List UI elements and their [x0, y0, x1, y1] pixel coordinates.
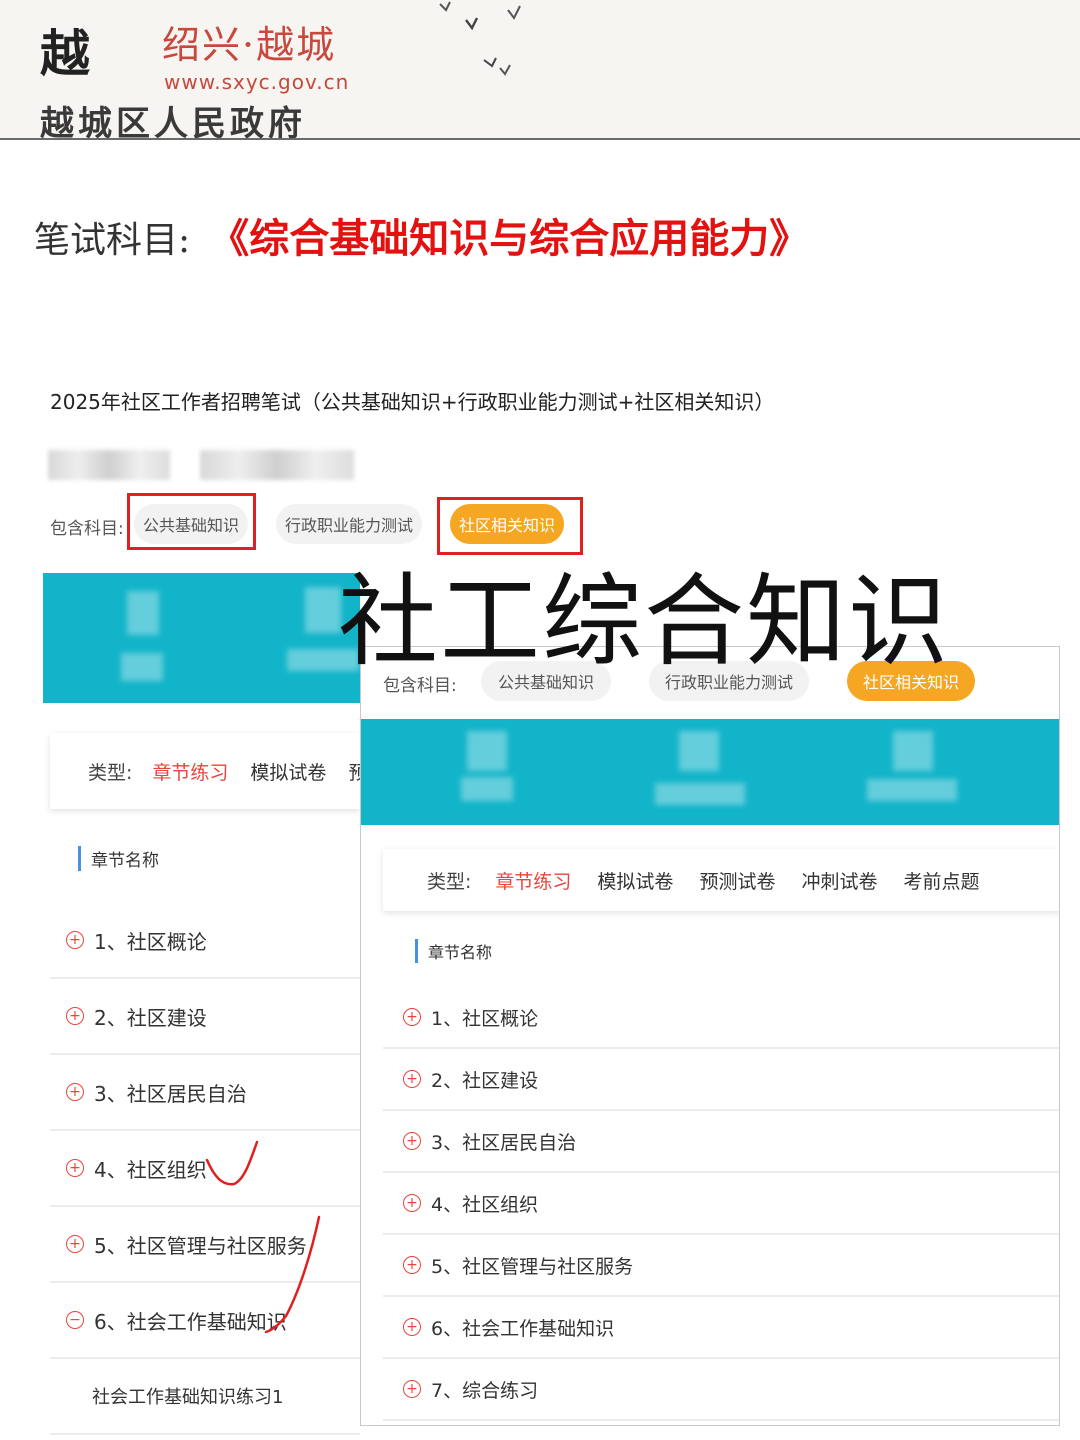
tab-sprint-exam[interactable]: 冲刺试卷 — [801, 867, 877, 894]
subjects-label: 包含科目: — [50, 519, 124, 539]
chapter-label: 5、社区管理与社区服务 — [94, 1233, 307, 1258]
chapter-label: 6、社会工作基础知识 — [431, 1317, 615, 1340]
blurred-stat — [893, 731, 933, 771]
chapter-row[interactable]: +3、社区居民自治 — [50, 1055, 360, 1131]
chapter-row[interactable]: +5、社区管理与社区服务 — [50, 1207, 360, 1283]
chapter-row[interactable]: −6、社会工作基础知识 — [50, 1283, 360, 1359]
plus-circle-icon[interactable]: + — [66, 1083, 84, 1101]
plus-circle-icon[interactable]: + — [403, 1256, 421, 1274]
blurred-stat — [867, 779, 957, 801]
chapter-label: 7、综合练习 — [431, 1379, 539, 1402]
blurred-price — [200, 450, 354, 480]
chapter-label: 2、社区建设 — [431, 1069, 539, 1092]
type-label: 类型: — [88, 761, 133, 784]
front-screenshot: 包含科目: 公共基础知识 行政职业能力测试 社区相关知识 类型: 章节练习 模拟… — [360, 646, 1060, 1426]
plus-circle-icon[interactable]: + — [66, 1007, 84, 1025]
tab-pre-exam-points[interactable]: 考前点题 — [903, 867, 979, 894]
blurred-price — [48, 450, 170, 480]
blurred-stat — [127, 591, 159, 635]
plus-circle-icon[interactable]: + — [403, 1070, 421, 1088]
chapter-label: 5、社区管理与社区服务 — [431, 1255, 634, 1278]
type-label: 类型: — [427, 870, 472, 893]
chapter-label: 1、社区概论 — [431, 1007, 539, 1030]
tab-chapter-practice[interactable]: 章节练习 — [495, 867, 571, 894]
sub-item-row[interactable]: 社会工作基础知识练习1 — [50, 1359, 360, 1435]
chapter-label: 4、社区组织 — [431, 1193, 539, 1216]
chapter-row[interactable]: +2、社区建设 — [383, 1049, 1059, 1111]
chapter-label: 2、社区建设 — [94, 1005, 207, 1030]
chapter-row[interactable]: +6、社会工作基础知识 — [383, 1297, 1059, 1359]
plus-circle-icon[interactable]: + — [403, 1008, 421, 1026]
type-tabs: 类型: 章节练习 模拟试卷 预测 — [50, 733, 360, 809]
chapter-row[interactable]: +2、社区建设 — [50, 979, 360, 1055]
course-title: 2025年社区工作者招聘笔试（公共基础知识+行政职业能力测试+社区相关知识） — [50, 390, 775, 414]
plus-circle-icon[interactable]: + — [66, 1159, 84, 1177]
blurred-stat — [305, 587, 341, 633]
stats-band — [361, 719, 1059, 825]
chapter-row[interactable]: +3、社区居民自治 — [383, 1111, 1059, 1173]
chapter-label: 4、社区组织 — [94, 1157, 207, 1182]
chapter-label: 3、社区居民自治 — [431, 1131, 577, 1154]
tab-mock-exam[interactable]: 模拟试卷 — [597, 867, 673, 894]
chapter-row[interactable]: +1、社区概论 — [50, 903, 360, 979]
tab-chapter-practice[interactable]: 章节练习 — [152, 758, 228, 785]
chapter-label: 1、社区概论 — [94, 929, 207, 954]
chapter-row[interactable]: +5、社区管理与社区服务 — [383, 1235, 1059, 1297]
chapter-label: 3、社区居民自治 — [94, 1081, 247, 1106]
annotation-box — [127, 493, 256, 550]
chapter-row[interactable]: +4、社区组织 — [50, 1131, 360, 1207]
blurred-stat — [467, 731, 507, 771]
plus-circle-icon[interactable]: + — [403, 1194, 421, 1212]
plus-circle-icon[interactable]: + — [403, 1318, 421, 1336]
stats-band — [43, 573, 360, 703]
minus-circle-icon[interactable]: − — [66, 1311, 84, 1329]
chip-admin-aptitude[interactable]: 行政职业能力测试 — [276, 504, 422, 544]
chapter-header: 章节名称 — [78, 846, 159, 871]
blurred-stat — [679, 731, 719, 771]
chapter-header: 章节名称 — [415, 939, 492, 963]
blurred-stat — [461, 777, 513, 801]
tab-forecast-exam[interactable]: 预测 — [348, 758, 360, 785]
blurred-stat — [655, 783, 745, 805]
plus-circle-icon[interactable]: + — [403, 1380, 421, 1398]
overlay-title: 社工综合知识 — [338, 563, 950, 680]
blurred-stat — [121, 653, 163, 681]
tab-mock-exam[interactable]: 模拟试卷 — [250, 758, 326, 785]
chapter-row[interactable]: +7、综合练习 — [383, 1359, 1059, 1421]
sub-item-label: 社会工作基础知识练习1 — [92, 1387, 284, 1408]
plus-circle-icon[interactable]: + — [66, 931, 84, 949]
plus-circle-icon[interactable]: + — [403, 1132, 421, 1150]
type-tabs: 类型: 章节练习 模拟试卷 预测试卷 冲刺试卷 考前点题 — [383, 849, 1059, 911]
chapter-row[interactable]: +4、社区组织 — [383, 1173, 1059, 1235]
chapter-row[interactable]: +1、社区概论 — [383, 987, 1059, 1049]
tab-forecast-exam[interactable]: 预测试卷 — [699, 867, 775, 894]
plus-circle-icon[interactable]: + — [66, 1235, 84, 1253]
chapter-label: 6、社会工作基础知识 — [94, 1309, 287, 1334]
